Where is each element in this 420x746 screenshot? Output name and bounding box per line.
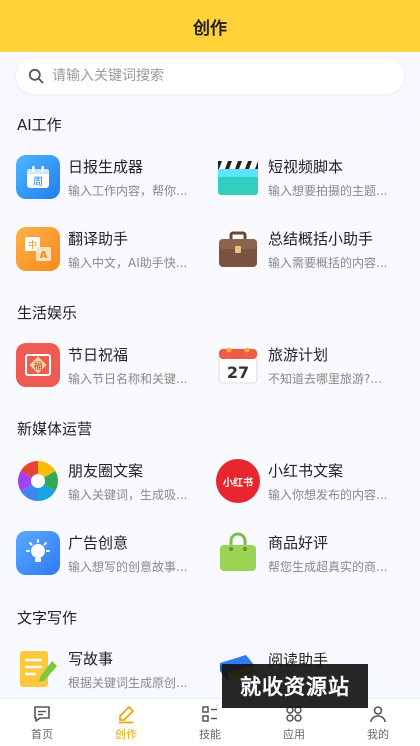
search-bar[interactable] (16, 58, 404, 94)
top-header: 创作 (0, 0, 420, 52)
svg-text:A: A (40, 250, 48, 261)
pencil-icon (119, 705, 134, 723)
tool-desc: 输入关键词，生成吸... (68, 487, 188, 502)
blessing-icon: 福 (16, 343, 60, 387)
tool-name: 总结概括小助手 (268, 229, 374, 248)
tool-card-daily-report[interactable]: 周 日报生成器 输入工作内容，帮你... (16, 152, 216, 202)
tool-card-xiaohongshu-copy[interactable]: 小红书 小红书文案 输入你想发布的内容... (216, 456, 416, 506)
tool-desc: 输入想写的创意故事... (68, 559, 188, 574)
xiaohongshu-icon: 小红书 (216, 459, 260, 503)
tool-name: 朋友圈文案 (68, 461, 144, 480)
section-title-life: 生活娱乐 (17, 304, 78, 322)
clapperboard-icon (216, 155, 260, 199)
tool-card-translate[interactable]: 中 A 翻译助手 输入中文，AI助手快... (16, 224, 216, 274)
calendar-27-icon: 27 (216, 343, 260, 387)
tool-card-summary[interactable]: 总结概括小助手 输入需要概括的内容... (216, 224, 416, 274)
tool-name: 旅游计划 (268, 345, 329, 364)
tool-name: 日报生成器 (68, 157, 144, 176)
tool-card-short-video-script[interactable]: 短视频脚本 输入想要拍摄的主题... (216, 152, 416, 202)
tool-desc: 输入工作内容，帮你... (68, 183, 188, 198)
tool-name: 翻译助手 (68, 229, 129, 248)
tool-desc: 不知道去哪里旅游?... (268, 371, 382, 386)
tool-card-travel-plan[interactable]: 27 旅游计划 不知道去哪里旅游?... (216, 340, 416, 390)
tool-card-product-review[interactable]: 商品好评 帮您生成超真实的商... (216, 528, 416, 578)
tab-label: 应用 (283, 727, 305, 741)
aperture-icon (16, 459, 60, 503)
tool-desc: 帮您生成超真实的商... (268, 559, 388, 574)
svg-text:福: 福 (33, 360, 42, 372)
section-title-ai-work: AI工作 (17, 116, 62, 134)
tool-desc: 输入你想发布的内容... (268, 487, 388, 502)
tool-name: 写故事 (68, 649, 114, 668)
tool-desc: 根据关键词生成原创... (68, 675, 188, 690)
tab-label: 首页 (31, 727, 53, 741)
tool-desc: 输入中文，AI助手快... (68, 255, 188, 270)
tool-name: 小红书文案 (268, 461, 344, 480)
translate-icon: 中 A (16, 227, 60, 271)
shopping-bag-icon (216, 531, 260, 575)
tool-card-holiday-blessing[interactable]: 福 节日祝福 输入节日名称和关键... (16, 340, 216, 390)
tool-name: 广告创意 (68, 533, 129, 552)
tab-label: 我的 (367, 727, 389, 741)
xiaohongshu-badge: 小红书 (223, 477, 253, 489)
tool-card-write-story[interactable]: 写故事 根据关键词生成原创... (16, 644, 216, 694)
tool-name: 节日祝福 (68, 345, 129, 364)
tool-card-ad-creative[interactable]: 广告创意 输入想写的创意故事... (16, 528, 216, 578)
grid-icon (202, 705, 217, 722)
notepad-pencil-icon (16, 647, 60, 691)
watermark-overlay: 就收资源站 (222, 664, 368, 708)
tab-label: 技能 (199, 727, 221, 741)
briefcase-icon (216, 227, 260, 271)
tool-name: 短视频脚本 (268, 157, 344, 176)
section-title-writing: 文字写作 (17, 609, 78, 627)
tab-label: 创作 (115, 727, 137, 741)
user-icon (370, 705, 386, 722)
section-title-new-media: 新媒体运营 (17, 420, 93, 438)
search-icon (28, 68, 44, 84)
svg-text:中: 中 (28, 239, 37, 251)
lightbulb-icon (16, 531, 60, 575)
chat-icon (34, 705, 50, 722)
page-title: 创作 (193, 18, 227, 39)
tab-create[interactable]: 创作 (84, 699, 168, 746)
tool-desc: 输入节日名称和关键... (68, 371, 188, 386)
tool-desc: 输入需要概括的内容... (268, 255, 388, 270)
tool-name: 商品好评 (268, 533, 329, 552)
search-input[interactable] (52, 68, 372, 84)
tab-home[interactable]: 首页 (0, 699, 84, 746)
calendar-icon: 周 (16, 155, 60, 199)
tool-desc: 输入想要拍摄的主题... (268, 183, 388, 198)
calendar-day: 27 (227, 363, 249, 382)
svg-text:周: 周 (33, 176, 43, 188)
tool-card-moments-copy[interactable]: 朋友圈文案 输入关键词，生成吸... (16, 456, 216, 506)
